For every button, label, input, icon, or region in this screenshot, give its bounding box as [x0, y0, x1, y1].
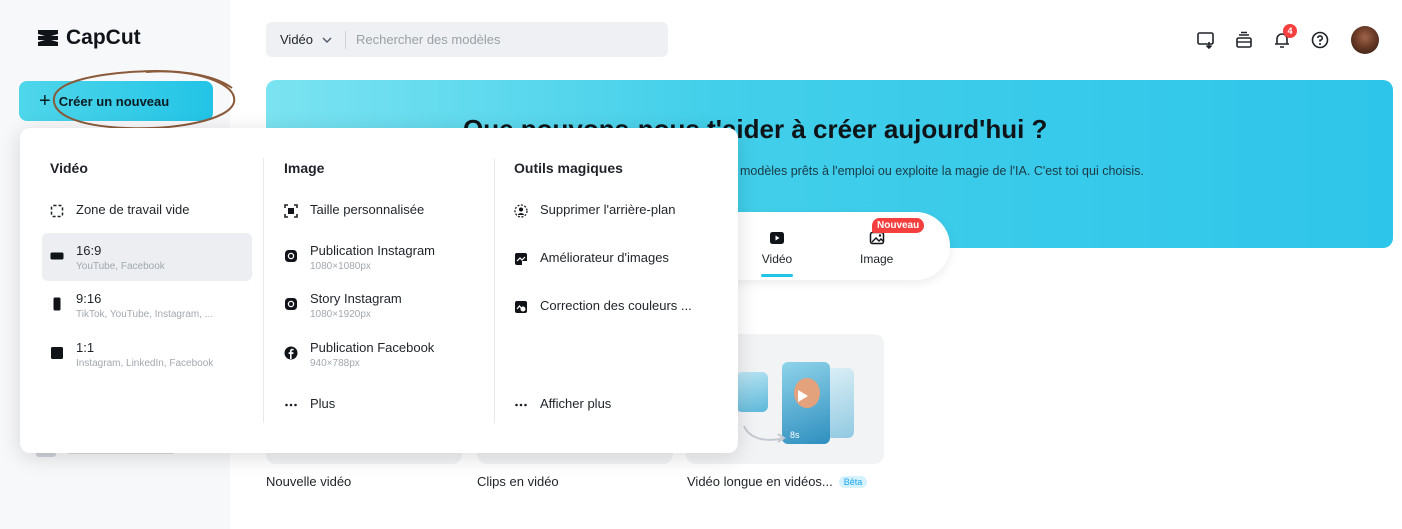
- create-new-label: Créer un nouveau: [58, 93, 170, 109]
- menu-item-1-1[interactable]: 1:1 Instagram, LinkedIn, Facebook: [50, 340, 213, 369]
- menu-item-label: Supprimer l'arrière-plan: [540, 202, 676, 217]
- menu-item-image-enhancer[interactable]: Améliorateur d'images: [514, 250, 669, 266]
- menu-item-blank-workspace[interactable]: Zone de travail vide: [50, 202, 189, 218]
- screen-record-icon[interactable]: [1195, 29, 1217, 51]
- menu-item-sub: 1080×1080px: [310, 261, 371, 272]
- card-label-text: Vidéo longue en vidéos...: [687, 474, 833, 489]
- card-label: Clips en vidéo: [477, 474, 559, 489]
- enhance-4k-icon: [514, 252, 528, 266]
- dropdown-col-title-magic: Outils magiques: [514, 160, 623, 176]
- search-type-label: Vidéo: [280, 32, 314, 47]
- menu-item-label: 9:16: [76, 291, 102, 306]
- layers-icon[interactable]: [1233, 29, 1255, 51]
- menu-item-sub: Instagram, LinkedIn, Facebook: [76, 358, 214, 369]
- avatar[interactable]: [1351, 26, 1379, 54]
- content-type-tabs: Vidéo Nouveau Image: [720, 212, 950, 280]
- banner-subtitle: modèles prêts à l'emploi ou exploite la …: [740, 164, 1144, 178]
- search-bar: Vidéo: [266, 22, 668, 57]
- card-label: Nouvelle vidéo: [266, 474, 352, 489]
- menu-item-instagram-story[interactable]: Story Instagram 1080×1920px: [284, 291, 402, 320]
- plus-icon: +: [39, 90, 51, 112]
- search-input[interactable]: [346, 32, 607, 47]
- play-icon: [770, 232, 784, 244]
- more-icon: [514, 398, 528, 412]
- tab-video[interactable]: Vidéo: [761, 230, 793, 277]
- bell-icon[interactable]: 4: [1271, 24, 1297, 51]
- tab-image-label: Image: [860, 252, 894, 266]
- beta-badge: Bêta: [838, 475, 868, 488]
- help-icon[interactable]: [1309, 29, 1331, 51]
- thumbnail-duration: 8s: [790, 430, 800, 440]
- menu-item-sub: 940×788px: [310, 358, 360, 369]
- menu-item-label: Plus: [310, 396, 336, 411]
- notification-badge: 4: [1283, 24, 1297, 38]
- menu-item-16-9[interactable]: 16:9 YouTube, Facebook: [42, 233, 252, 281]
- menu-item-label: Afficher plus: [540, 396, 612, 411]
- menu-item-instagram-post[interactable]: Publication Instagram 1080×1080px: [284, 243, 435, 272]
- instagram-icon: [284, 249, 298, 263]
- create-new-dropdown: Vidéo Zone de travail vide 16:9 YouTube, …: [20, 128, 738, 453]
- menu-item-label: Zone de travail vide: [76, 202, 190, 217]
- menu-item-color-correction[interactable]: Correction des couleurs ...: [514, 298, 692, 314]
- remove-bg-icon: [514, 204, 528, 218]
- color-correct-icon: [514, 300, 528, 314]
- menu-item-sub: YouTube, Facebook: [76, 261, 165, 272]
- menu-item-label: Publication Instagram: [310, 243, 436, 258]
- arrow-icon: [743, 425, 786, 443]
- menu-item-label: Améliorateur d'images: [540, 250, 669, 265]
- tab-video-label: Vidéo: [761, 252, 793, 266]
- dropdown-col-title-video: Vidéo: [50, 160, 88, 176]
- menu-item-facebook-post[interactable]: Publication Facebook 940×788px: [284, 340, 434, 369]
- dropdown-divider: [494, 158, 495, 423]
- menu-item-label: 16:9: [76, 243, 102, 258]
- square-icon: [50, 346, 64, 360]
- tab-image[interactable]: Nouveau Image: [860, 218, 925, 266]
- menu-item-label: 1:1: [76, 340, 95, 355]
- thumbnail-image: [736, 372, 768, 412]
- facebook-icon: [284, 346, 298, 360]
- portrait-icon: [50, 297, 64, 311]
- menu-item-sub: 1080×1920px: [310, 309, 371, 320]
- menu-item-label: Publication Facebook: [310, 340, 435, 355]
- card-label: Vidéo longue en vidéos... Bêta: [687, 474, 868, 489]
- more-icon: [284, 398, 298, 412]
- thumbnail-image: [826, 368, 854, 438]
- landscape-icon: [50, 249, 64, 263]
- menu-item-label: Correction des couleurs ...: [540, 298, 692, 313]
- instagram-icon: [284, 297, 298, 311]
- search-type-select[interactable]: Vidéo: [266, 30, 347, 49]
- capcut-logo-icon: [38, 30, 58, 46]
- dropdown-divider: [263, 158, 264, 423]
- play-icon: [798, 390, 808, 402]
- menu-item-image-more[interactable]: Plus: [284, 396, 335, 412]
- menu-item-label: Taille personnalisée: [310, 202, 425, 217]
- tab-active-indicator: [761, 274, 793, 277]
- capcut-logo[interactable]: CapCut: [36, 26, 141, 50]
- header-actions: 4: [1195, 24, 1379, 54]
- menu-item-sub: TikTok, YouTube, Instagram, ...: [76, 309, 214, 320]
- dashed-frame-icon: [50, 204, 64, 218]
- menu-item-custom-size[interactable]: Taille personnalisée: [284, 202, 424, 218]
- chevron-down-icon: [322, 37, 332, 43]
- dropdown-col-title-image: Image: [284, 160, 325, 176]
- menu-item-9-16[interactable]: 9:16 TikTok, YouTube, Instagram, ...: [50, 291, 213, 320]
- create-new-button[interactable]: + Créer un nouveau: [19, 81, 213, 121]
- menu-item-show-more[interactable]: Afficher plus: [514, 396, 611, 412]
- logo-text: CapCut: [66, 26, 141, 49]
- menu-item-remove-background[interactable]: Supprimer l'arrière-plan: [514, 202, 675, 218]
- menu-item-label: Story Instagram: [310, 291, 402, 306]
- custom-size-icon: [284, 204, 298, 218]
- new-badge: Nouveau: [872, 218, 925, 233]
